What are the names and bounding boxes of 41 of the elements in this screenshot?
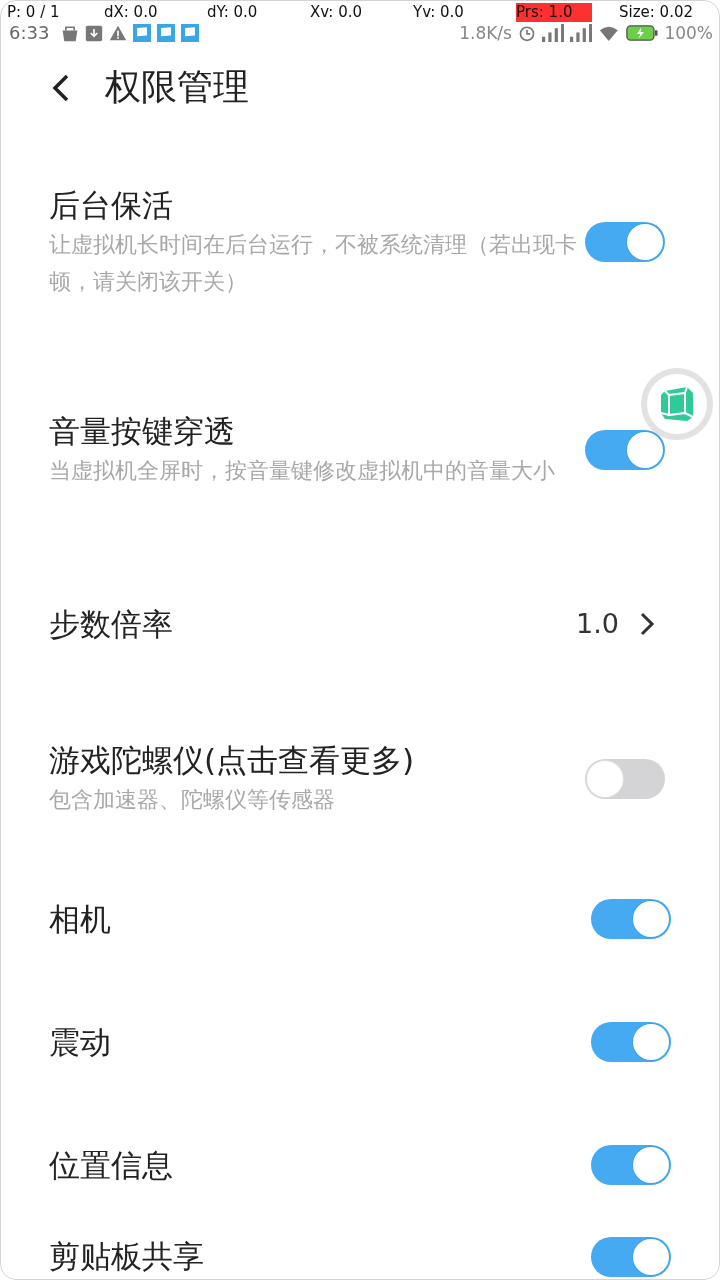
toggle-switch[interactable] <box>591 1144 671 1185</box>
setting-value: 1.0 <box>576 608 619 639</box>
toggle-switch[interactable] <box>585 429 665 470</box>
app-icon <box>157 23 176 42</box>
pointer-stat: dY: 0.0 <box>207 3 258 22</box>
pointer-stat: Xv: 0.0 <box>310 3 362 22</box>
clock-time: 6:33 <box>9 22 50 43</box>
setting-title: 音量按键穿透 <box>49 412 236 451</box>
signal-icon <box>570 23 593 42</box>
setting-title: 后台保活 <box>49 185 174 225</box>
setting-title: 相机 <box>49 899 112 939</box>
pointer-stat: dX: 0.0 <box>104 3 158 22</box>
pointer-stat: Yv: 0.0 <box>413 3 464 22</box>
page-title: 权限管理 <box>105 65 249 110</box>
setting-title: 位置信息 <box>49 1145 174 1185</box>
download-icon <box>85 23 104 42</box>
setting-description: 包含加速器、陀螺仪等传感器 <box>49 786 336 814</box>
toggle-switch[interactable] <box>585 221 665 262</box>
app-icon <box>181 23 200 42</box>
setting-description: 当虚拟机全屏时，按音量键修改虚拟机中的音量大小 <box>49 457 556 485</box>
toggle-switch[interactable] <box>591 1021 671 1062</box>
pointer-stat: P: 0 / 1 <box>7 3 60 22</box>
signal-icon <box>541 23 565 42</box>
network-speed: 1.8K/s <box>459 22 512 43</box>
pointer-stat: Prs: 1.0 <box>516 3 593 22</box>
setting-title: 游戏陀螺仪(点击查看更多) <box>49 741 416 780</box>
setting-title: 震动 <box>49 1022 112 1062</box>
cube-icon <box>659 385 695 423</box>
setting-title: 剪贴板共享 <box>49 1237 205 1276</box>
back-icon <box>51 72 71 103</box>
toggle-switch[interactable] <box>591 1237 671 1277</box>
battery-percentage: 100% <box>664 22 713 43</box>
toggle-switch[interactable] <box>585 758 665 799</box>
app-icon <box>133 23 152 42</box>
battery-icon <box>626 23 659 42</box>
setting-description: 让虚拟机长时间在后台运行，不被系统清理（若出现卡顿，请关闭该开关） <box>49 230 578 296</box>
pointer-stat: Size: 0.02 <box>619 3 693 22</box>
shopping-bag-icon <box>61 23 80 42</box>
toggle-switch[interactable] <box>591 898 671 939</box>
setting-title: 步数倍率 <box>49 604 174 644</box>
chevron-right-icon <box>639 610 655 637</box>
